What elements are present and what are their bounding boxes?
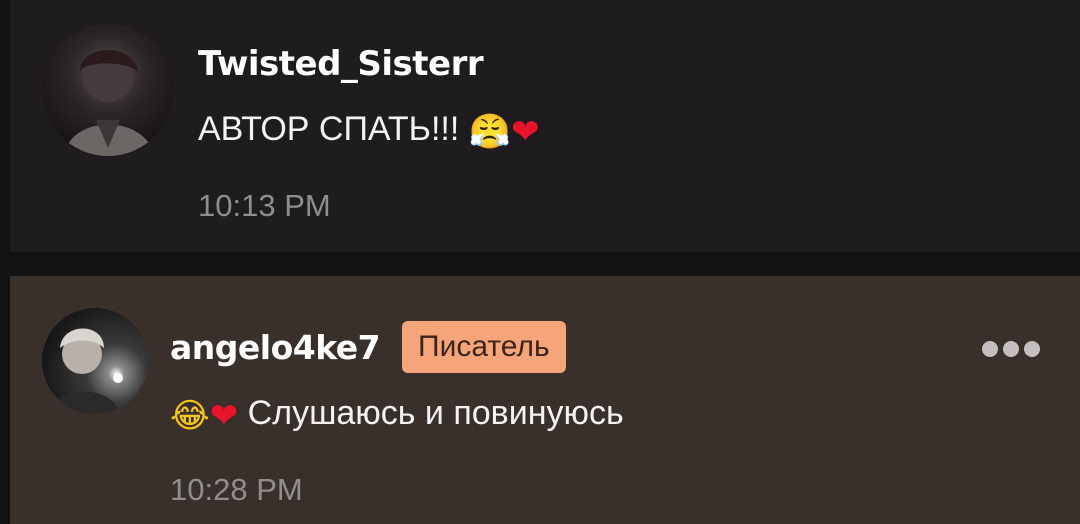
avatar[interactable] [42, 308, 148, 414]
comment-text: АВТОР СПАТЬ!!! 😤❤ [198, 110, 540, 152]
avatar[interactable] [42, 24, 174, 156]
username[interactable]: Twisted_Sisterr [198, 44, 484, 84]
red-heart-emoji-icon: ❤ [209, 396, 239, 436]
timestamp: 10:13 PM [198, 188, 331, 223]
more-horizontal-icon [1003, 341, 1019, 357]
comment-card: Twisted_Sisterr АВТОР СПАТЬ!!! 😤❤ 10:13 … [10, 0, 1080, 252]
more-horizontal-icon [1024, 341, 1040, 357]
timestamp: 10:28 PM [170, 472, 303, 507]
tears-of-joy-emoji-icon: 😂 [170, 396, 210, 436]
more-horizontal-icon [982, 341, 998, 357]
username[interactable]: angelo4ke7 [170, 328, 381, 367]
more-options-button[interactable] [982, 340, 1040, 358]
red-heart-emoji-icon: ❤ [511, 112, 540, 152]
comment-body: АВТОР СПАТЬ!!! [198, 110, 469, 148]
comment-body: Слушаюсь и повинуюсь [238, 394, 624, 432]
writer-badge: Писатель [402, 321, 566, 373]
avatar-photo [50, 328, 123, 414]
avatar-photo [64, 50, 154, 156]
comments-screen: Twisted_Sisterr АВТОР СПАТЬ!!! 😤❤ 10:13 … [0, 0, 1080, 524]
comment-text: 😂❤ Слушаюсь и повинуюсь [170, 394, 624, 436]
steam-face-emoji-icon: 😤 [468, 112, 512, 152]
reply-comment-card: angelo4ke7 Писатель 😂❤ Слушаюсь и повину… [10, 276, 1080, 524]
